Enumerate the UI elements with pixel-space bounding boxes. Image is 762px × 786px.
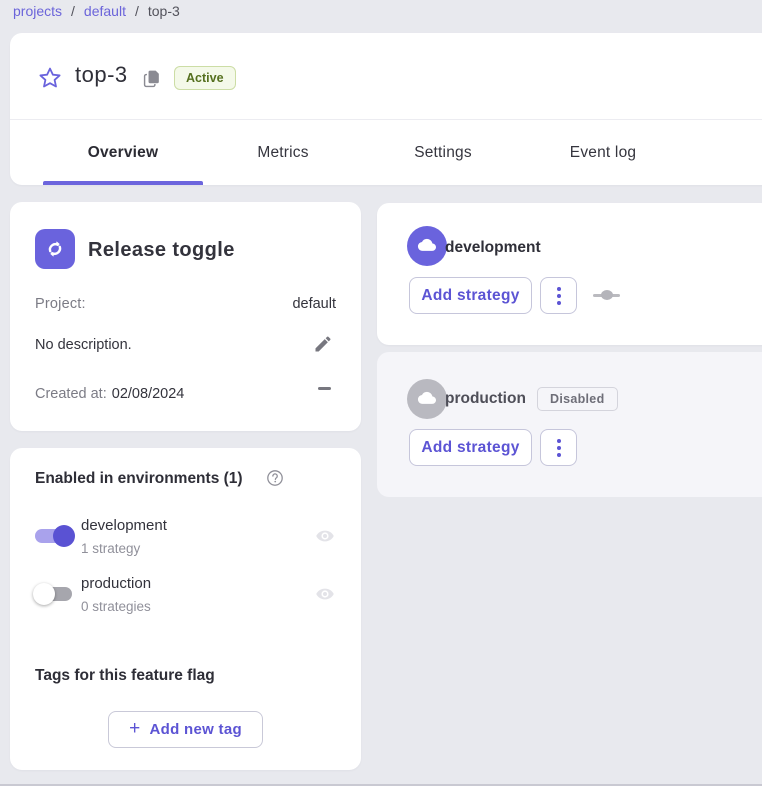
active-tab-indicator — [43, 181, 203, 185]
breadcrumb-separator: / — [71, 3, 75, 19]
cloud-icon — [407, 379, 447, 419]
edit-description-icon[interactable] — [313, 334, 333, 354]
tab-bar: Overview Metrics Settings Event log — [43, 120, 683, 185]
add-new-tag-label: Add new tag — [149, 721, 241, 738]
breadcrumb: projects / default / top-3 — [13, 3, 180, 19]
status-marker-icon — [593, 289, 620, 301]
project-label: Project: — [35, 296, 86, 312]
environments-heading: Enabled in environments (1) — [35, 470, 243, 488]
page: projects / default / top-3 top-3 Active … — [0, 0, 762, 786]
tags-heading: Tags for this feature flag — [35, 667, 215, 685]
project-value: default — [292, 296, 336, 312]
copy-icon[interactable] — [143, 69, 162, 88]
production-toggle[interactable] — [32, 582, 76, 606]
created-at-row: Created at: 02/08/2024 — [35, 386, 184, 402]
add-strategy-button[interactable]: Add strategy — [409, 429, 532, 466]
breadcrumb-default-link[interactable]: default — [84, 3, 126, 19]
breadcrumb-projects-link[interactable]: projects — [13, 3, 62, 19]
breadcrumb-current: top-3 — [148, 3, 180, 19]
strategy-count: 1 strategy — [81, 541, 140, 556]
disabled-badge: Disabled — [537, 387, 618, 411]
environments-card: Enabled in environments (1) development … — [10, 448, 361, 770]
production-environment-panel: production Disabled Add strategy — [377, 352, 762, 497]
favorite-star-icon[interactable] — [38, 66, 62, 90]
feature-header-card: top-3 Active Overview Metrics Settings E… — [10, 33, 762, 185]
release-toggle-icon — [35, 229, 75, 269]
feature-type-title: Release toggle — [88, 239, 235, 262]
plus-icon: + — [129, 719, 140, 738]
description-text: No description. — [35, 337, 132, 353]
help-icon[interactable] — [266, 469, 284, 487]
more-actions-kebab-button[interactable] — [540, 277, 577, 314]
status-badge: Active — [174, 66, 236, 90]
development-environment-panel: development Add strategy — [377, 203, 762, 345]
eye-icon[interactable] — [315, 584, 335, 604]
environment-name: development — [81, 517, 167, 534]
environment-panel-name: production — [445, 390, 526, 408]
cloud-icon — [407, 226, 447, 266]
created-at-label: Created at: — [35, 386, 107, 402]
created-at-value: 02/08/2024 — [112, 386, 185, 402]
breadcrumb-separator: / — [135, 3, 139, 19]
tab-settings[interactable]: Settings — [363, 120, 523, 185]
tab-overview[interactable]: Overview — [43, 120, 203, 185]
minus-icon — [318, 387, 331, 390]
environment-panel-name: development — [445, 239, 541, 257]
add-new-tag-button[interactable]: + Add new tag — [108, 711, 263, 748]
more-actions-kebab-button[interactable] — [540, 429, 577, 466]
eye-icon[interactable] — [315, 526, 335, 546]
development-toggle[interactable] — [32, 524, 76, 548]
metadata-card: Release toggle Project: default No descr… — [10, 202, 361, 431]
tab-metrics[interactable]: Metrics — [203, 120, 363, 185]
environment-name: production — [81, 575, 151, 592]
feature-title: top-3 — [75, 62, 128, 88]
add-strategy-button[interactable]: Add strategy — [409, 277, 532, 314]
strategy-count: 0 strategies — [81, 599, 151, 614]
tab-event-log[interactable]: Event log — [523, 120, 683, 185]
